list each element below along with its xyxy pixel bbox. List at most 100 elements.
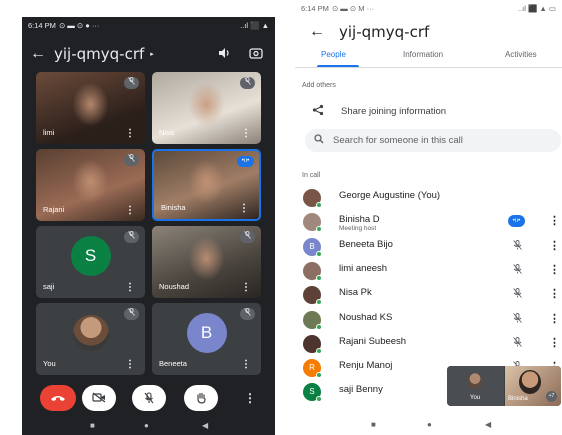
participant-avatar [303, 261, 322, 281]
more-vert-icon[interactable]: ⋮ [549, 214, 560, 227]
participant-name: Rajani [43, 205, 65, 214]
participant-row[interactable]: Binisha D Meeting host •ıı• ⋮ [295, 211, 562, 233]
participant-search-input[interactable]: Search for someone in this call [305, 129, 561, 152]
avatar-letter: R [309, 363, 315, 373]
back-nav-icon[interactable]: ◀ [485, 420, 491, 429]
participant-tile[interactable]: Nisa ⋮ [152, 72, 261, 144]
back-nav-icon[interactable]: ◀ [202, 421, 208, 430]
muted-mic-icon [124, 77, 139, 89]
home-nav-icon[interactable]: ● [144, 421, 149, 430]
online-dot [316, 372, 322, 379]
mic-off-icon[interactable] [513, 312, 522, 326]
more-vert-icon[interactable]: ⋮ [549, 336, 560, 349]
participant-tile[interactable]: •ıı• Binisha ⋮ [152, 149, 261, 221]
participant-tile[interactable]: limi ⋮ [36, 72, 145, 144]
more-vert-icon[interactable]: ⋮ [549, 312, 560, 325]
speaker-icon[interactable] [218, 47, 231, 62]
tab-bar: People Information Activities [295, 48, 562, 68]
status-time: 6:14 PM [28, 20, 56, 30]
participant-avatar: R [303, 359, 322, 379]
tile-more-icon[interactable]: ⋮ [125, 128, 135, 139]
online-dot [316, 202, 322, 208]
android-nav-bar: ■ ● ◀ [295, 418, 562, 434]
notification-icons: ⊙ ▬ ⊙ ● ··· [58, 20, 100, 30]
self-avatar [467, 373, 483, 389]
participant-tile[interactable]: B Beneeta ⋮ [152, 303, 261, 375]
avatar-letter: B [309, 241, 315, 251]
search-icon [305, 134, 333, 147]
status-bar: 6:14 PM ⊙ ▬ ⊙ ● ··· ..ıl ⬛ ▲ [22, 17, 275, 33]
more-vert-icon[interactable]: ⋮ [549, 239, 560, 252]
more-options-button[interactable]: ⋮ [238, 385, 262, 411]
share-icon [295, 104, 341, 119]
tile-more-icon[interactable]: ⋮ [241, 359, 251, 370]
participant-row[interactable]: George Augustine (You) [295, 187, 562, 209]
more-vert-icon[interactable]: ⋮ [549, 263, 560, 276]
tab-information[interactable]: Information [403, 50, 443, 59]
participant-name: Beneeta [159, 359, 187, 368]
participant-avatar: B [303, 237, 322, 257]
online-dot [316, 396, 322, 403]
pip-self-tile: You [447, 366, 504, 406]
tile-more-icon[interactable]: ⋮ [125, 359, 135, 370]
mic-off-icon[interactable] [513, 336, 522, 350]
recents-nav-icon[interactable]: ■ [371, 420, 376, 429]
speaker-face [519, 370, 541, 394]
muted-mic-icon [240, 308, 255, 320]
share-joining-info-button[interactable]: Share joining information [295, 100, 562, 122]
participant-row[interactable]: Rajani Subeesh ⋮ [295, 333, 562, 355]
participant-tile[interactable]: You ⋮ [36, 303, 145, 375]
participant-row[interactable]: Nisa Pk ⋮ [295, 284, 562, 306]
tile-more-icon[interactable]: ⋮ [241, 282, 251, 293]
tile-more-icon[interactable]: ⋮ [241, 128, 251, 139]
tile-more-icon[interactable]: ⋮ [125, 205, 135, 216]
call-controls: ⋮ [22, 385, 275, 415]
switch-camera-icon[interactable] [249, 47, 263, 62]
participant-row[interactable]: limi aneesh ⋮ [295, 260, 562, 282]
participant-row[interactable]: B Beneeta Bijo ⋮ [295, 236, 562, 258]
participant-row[interactable]: Noushad KS ⋮ [295, 309, 562, 331]
tab-people[interactable]: People [321, 50, 346, 59]
muted-mic-icon [124, 154, 139, 166]
participant-avatar [303, 286, 322, 306]
tile-more-icon[interactable]: ⋮ [239, 203, 249, 214]
participant-avatar: S [303, 383, 322, 403]
participant-tile[interactable]: Ssaji ⋮ [36, 226, 145, 298]
notification-icons: ⊙ ▬ ⊙ M ··· [331, 3, 375, 13]
people-header: ← yij-qmyq-crf [295, 18, 562, 46]
more-vert-icon: ⋮ [244, 391, 256, 405]
back-arrow-icon[interactable]: ← [295, 23, 339, 41]
mic-off-icon[interactable] [513, 263, 522, 277]
mic-off-icon[interactable] [513, 239, 522, 253]
more-vert-icon[interactable]: ⋮ [549, 287, 560, 300]
android-nav-bar: ■ ● ◀ [22, 419, 275, 435]
raise-hand-button[interactable] [184, 385, 218, 411]
participant-name: You [43, 359, 56, 368]
recents-nav-icon[interactable]: ■ [90, 421, 95, 430]
tile-more-icon[interactable]: ⋮ [125, 282, 135, 293]
participant-name: Nisa [159, 128, 175, 137]
end-call-button[interactable] [40, 385, 76, 411]
participant-name: Beneeta Bijo [339, 238, 393, 250]
participant-tile[interactable]: Noushad ⋮ [152, 226, 261, 298]
participant-name: Nisa Pk [339, 287, 372, 299]
mic-off-icon[interactable] [513, 288, 522, 301]
meeting-code-title[interactable]: yij-qmyq-crf [54, 45, 144, 63]
back-arrow-icon[interactable]: ← [22, 45, 54, 63]
camera-toggle-button[interactable] [82, 385, 116, 411]
participant-avatar [303, 334, 322, 354]
picture-in-picture-preview[interactable]: You Binisha +7 [447, 366, 561, 406]
status-right-icons: ..ıl ⬛ ▲ [240, 20, 269, 30]
mic-toggle-button[interactable] [132, 385, 166, 411]
speaking-indicator-icon: •ıı• [237, 156, 254, 167]
participant-tile[interactable]: Rajani ⋮ [36, 149, 145, 221]
online-dot [316, 299, 322, 306]
tab-activities[interactable]: Activities [505, 50, 537, 59]
status-time: 6:14 PM [301, 3, 329, 13]
muted-mic-icon [240, 231, 255, 243]
caret-right-icon[interactable]: ▸ [150, 50, 154, 58]
active-tab-indicator [317, 65, 359, 67]
online-dot [316, 226, 322, 233]
home-nav-icon[interactable]: ● [427, 420, 432, 429]
meeting-code-title: yij-qmyq-crf [339, 23, 430, 41]
